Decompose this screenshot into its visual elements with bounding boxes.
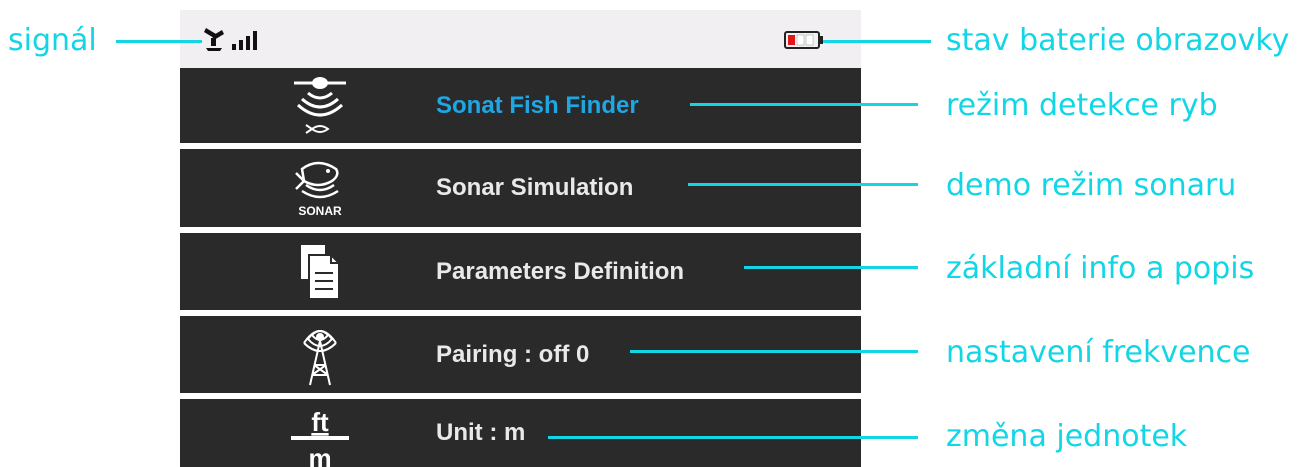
annotation-sonar-simulation: demo režim sonaru [946, 168, 1237, 203]
menu-item-label: Parameters Definition [436, 257, 685, 285]
status-bar [180, 10, 861, 68]
annotation-fish-finder: režim detekce ryb [946, 88, 1218, 123]
annotation-signal: signál [8, 23, 97, 58]
sonar-icon-text: SONAR [298, 204, 342, 218]
sonar-simulation-icon: SONAR [285, 149, 355, 227]
document-icon [285, 233, 355, 310]
annotation-battery: stav baterie obrazovky [946, 23, 1290, 58]
unit-icon-ft: ft [311, 407, 329, 437]
menu-item-label: Pairing : off 0 [436, 340, 590, 368]
unit-icon-m: m [308, 443, 331, 467]
fish-finder-leader-line [690, 103, 918, 106]
signal-leader-line [116, 40, 202, 43]
device-screen: Sonat Fish Finder SONAR Sonar Simulation [180, 10, 861, 467]
parameters-leader-line [744, 266, 918, 269]
menu-item-label: Sonat Fish Finder [436, 91, 639, 119]
unit-ft-m-icon: ft m [285, 399, 355, 467]
menu-item-unit[interactable]: ft m Unit : m [180, 399, 861, 467]
menu-item-label: Unit : m [436, 419, 526, 446]
menu-item-parameters[interactable]: Parameters Definition [180, 233, 861, 310]
unit-leader-line [548, 436, 918, 439]
battery-leader-line [823, 40, 931, 43]
sonar-simulation-leader-line [688, 183, 918, 186]
pairing-leader-line [630, 350, 918, 353]
menu-item-sonar-simulation[interactable]: SONAR Sonar Simulation [180, 149, 861, 227]
sonar-fish-finder-icon [285, 68, 355, 143]
menu-item-pairing[interactable]: Pairing : off 0 [180, 316, 861, 393]
menu-item-label: Sonar Simulation [436, 174, 634, 201]
annotation-unit: změna jednotek [946, 419, 1188, 454]
annotation-parameters: základní info a popis [946, 251, 1255, 286]
battery-icon [784, 31, 823, 49]
annotation-pairing: nastavení frekvence [946, 335, 1251, 370]
antenna-tower-icon [285, 316, 355, 393]
signal-icon [204, 28, 257, 51]
